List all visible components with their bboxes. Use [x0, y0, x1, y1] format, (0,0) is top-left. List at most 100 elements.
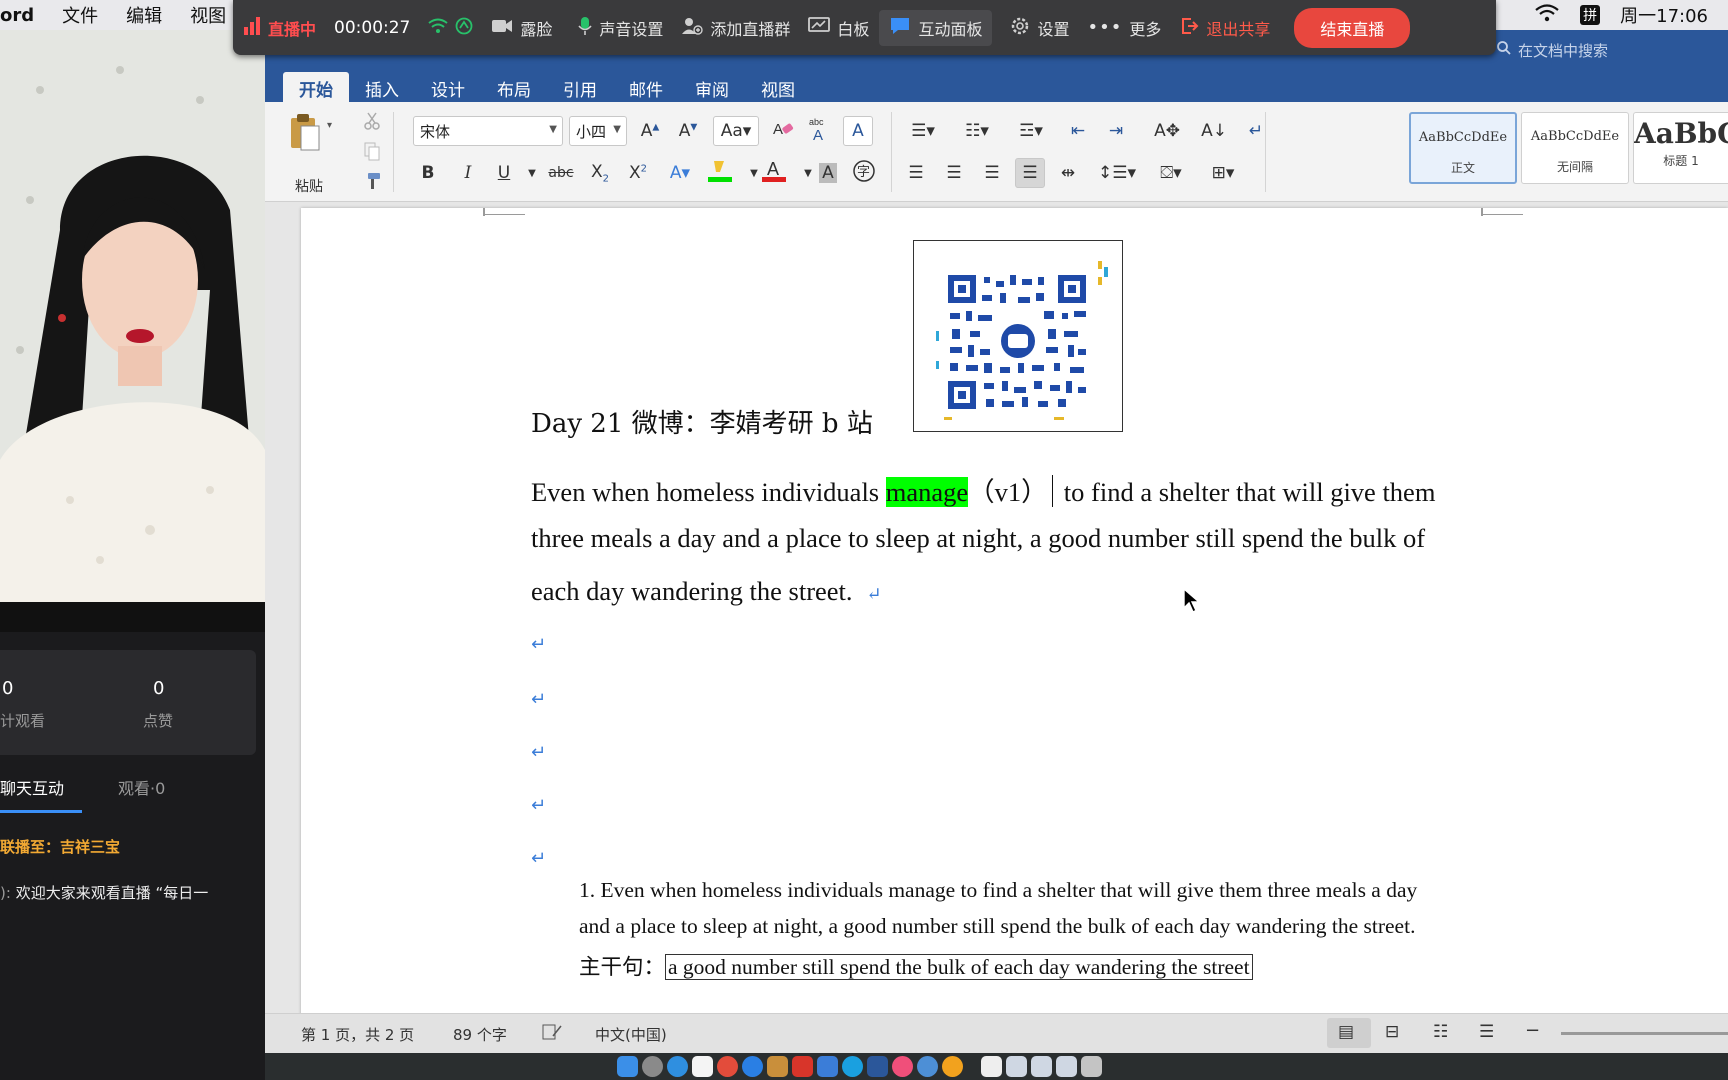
format-painter-icon[interactable] [357, 166, 387, 196]
menubar-clock[interactable]: 周一17:06 [1620, 2, 1708, 28]
paragraph-line[interactable]: Even when homeless individuals manage（v1… [531, 470, 1435, 509]
menu-view[interactable]: 视图 [176, 2, 240, 28]
safari-icon[interactable] [667, 1056, 688, 1077]
tab-design[interactable]: 设计 [415, 72, 481, 102]
trash-icon[interactable] [1081, 1056, 1102, 1077]
align-center-button[interactable]: ☰ [939, 158, 969, 188]
decrease-indent-button[interactable]: ⇤ [1063, 116, 1093, 146]
document-heading[interactable]: Day 21 微博：李婧考研 b 站 [531, 403, 873, 440]
superscript-button[interactable]: X2 [623, 158, 653, 188]
style-normal[interactable]: AaBbCcDdEe 正文 [1409, 112, 1517, 184]
show-marks-button[interactable]: ↵ [1241, 116, 1271, 146]
notes-icon[interactable] [767, 1056, 788, 1077]
subscript-button[interactable]: X2 [585, 158, 615, 188]
powerpoint-icon[interactable] [792, 1056, 813, 1077]
borders-button[interactable]: ⊞▾ [1201, 158, 1245, 188]
strikethrough-button[interactable]: abc [543, 158, 579, 188]
bullets-button[interactable]: ☰▾ [901, 116, 945, 146]
language-indicator[interactable]: 中文(中国) [595, 1024, 667, 1045]
multilevel-list-button[interactable]: ☲▾ [1009, 116, 1053, 146]
align-left-button[interactable]: ☰ [901, 158, 931, 188]
tab-review[interactable]: 审阅 [679, 72, 745, 102]
screenshot-icon[interactable] [1006, 1056, 1027, 1077]
paste-dropdown-caret[interactable]: ▾ [327, 120, 332, 131]
highlighted-word[interactable]: manage [885, 477, 969, 507]
web-layout-icon[interactable]: ⊟ [1385, 1022, 1399, 1042]
paragraph-mark[interactable]: ↵ [531, 634, 546, 655]
style-heading-1[interactable]: AaBbC 标题 1 [1633, 112, 1728, 184]
style-no-spacing[interactable]: AaBbCcDdEe 无间隔 [1521, 112, 1629, 184]
phonetic-guide-button[interactable]: abc A [805, 116, 835, 146]
line-spacing-button[interactable]: ↕☰▾ [1095, 158, 1139, 188]
justify-button[interactable]: ☰ [1015, 158, 1045, 188]
align-right-button[interactable]: ☰ [977, 158, 1007, 188]
tab-view[interactable]: 视图 [745, 72, 811, 102]
more-button[interactable]: ••• 更多 [1087, 16, 1161, 40]
note-line[interactable]: and a place to sleep at night, a good nu… [579, 914, 1415, 939]
tab-chat[interactable]: 聊天互动 [0, 775, 64, 799]
outline-view-icon[interactable]: ☷ [1433, 1022, 1448, 1042]
screenshot-icon[interactable] [1031, 1056, 1052, 1077]
grow-font-button[interactable]: A▲ [635, 116, 665, 146]
paragraph-mark[interactable]: ↵ [531, 689, 546, 710]
paragraph-mark[interactable]: ↵ [531, 795, 546, 816]
feishu-icon[interactable] [817, 1056, 838, 1077]
interaction-panel-button[interactable]: 互动面板 [879, 9, 993, 46]
tab-layout[interactable]: 布局 [481, 72, 547, 102]
sound-settings-button[interactable]: 声音设置 [578, 16, 663, 40]
livestream-app-icon[interactable] [842, 1056, 863, 1077]
app-store-icon[interactable] [742, 1056, 763, 1077]
end-live-button[interactable]: 结束直播 [1294, 7, 1411, 48]
word-count[interactable]: 89 个字 [453, 1024, 507, 1045]
settings-button[interactable]: 设置 [1010, 16, 1069, 40]
enclose-characters-button[interactable]: 字 [849, 158, 879, 188]
shading-button[interactable]: ⛋▾ [1149, 158, 1193, 188]
text-direction-button[interactable]: A✥ [1145, 116, 1189, 146]
network-icon[interactable] [917, 1056, 938, 1077]
copy-icon[interactable] [357, 136, 387, 166]
tab-insert[interactable]: 插入 [349, 72, 415, 102]
paragraph-line[interactable]: three meals a day and a place to sleep a… [531, 523, 1425, 554]
clear-formatting-button[interactable]: A [769, 116, 799, 146]
character-shading-button[interactable]: A [813, 158, 843, 188]
launchpad-icon[interactable] [642, 1056, 663, 1077]
distributed-button[interactable]: ⇹ [1053, 158, 1083, 188]
font-color-button[interactable]: A [759, 158, 791, 188]
document-icon[interactable] [981, 1056, 1002, 1077]
underline-button[interactable]: U [489, 158, 519, 188]
zoom-slider[interactable] [1561, 1032, 1728, 1035]
numbering-button[interactable]: ☷▾ [955, 116, 999, 146]
shrink-font-button[interactable]: A▼ [673, 116, 703, 146]
app-menu[interactable]: ord [0, 5, 48, 26]
screenshot-icon[interactable] [1056, 1056, 1077, 1077]
exit-share-button[interactable]: 退出共享 [1179, 16, 1270, 40]
paragraph-mark[interactable]: ↵ [531, 742, 546, 763]
highlight-color-button[interactable] [705, 158, 737, 188]
character-border-button[interactable]: A [843, 116, 873, 146]
zoom-out-icon[interactable]: − [1525, 1020, 1540, 1041]
page-count[interactable]: 第 1 页，共 2 页 [301, 1024, 414, 1045]
chrome-icon[interactable] [717, 1056, 738, 1077]
show-face-button[interactable]: 露脸 [491, 16, 552, 40]
proofing-icon[interactable] [541, 1022, 563, 1046]
draft-view-icon[interactable]: ☰ [1479, 1022, 1494, 1042]
text-effects-button[interactable]: A▾ [665, 158, 695, 188]
paragraph-mark[interactable]: ↵ [531, 848, 546, 869]
paragraph-line[interactable]: each day wandering the street. ↵ [531, 576, 882, 607]
sort-button[interactable]: A↓ [1199, 116, 1229, 146]
change-case-button[interactable]: Aa▾ [713, 116, 759, 146]
menu-edit[interactable]: 编辑 [112, 2, 176, 28]
input-method-icon[interactable]: 拼 [1580, 5, 1601, 25]
tab-home[interactable]: 开始 [283, 72, 349, 102]
menu-file[interactable]: 文件 [48, 2, 112, 28]
whiteboard-button[interactable]: 白板 [808, 16, 869, 40]
calendar-icon[interactable] [692, 1056, 713, 1077]
tab-mailings[interactable]: 邮件 [613, 72, 679, 102]
tab-viewers[interactable]: 观看·0 [118, 775, 165, 799]
font-name-select[interactable]: 宋体 ▼ [413, 116, 563, 146]
vlc-icon[interactable] [942, 1056, 963, 1077]
word-app-icon[interactable] [867, 1056, 888, 1077]
bold-button[interactable]: B [413, 158, 443, 188]
italic-button[interactable]: I [453, 158, 483, 188]
font-size-select[interactable]: 小四 ▼ [569, 116, 627, 146]
